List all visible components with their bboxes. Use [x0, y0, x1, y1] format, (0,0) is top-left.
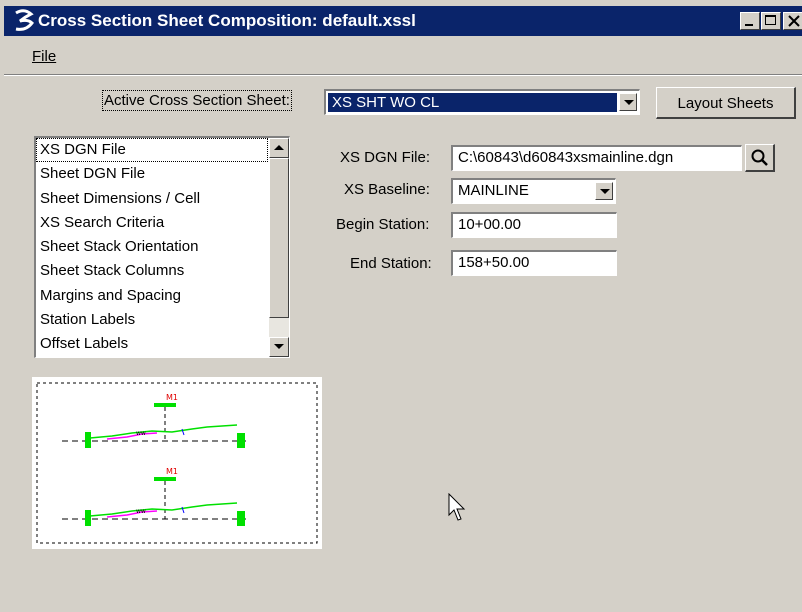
cross-section-1: M1 ww — [62, 393, 246, 448]
svg-text:ww: ww — [136, 430, 146, 437]
list-item[interactable]: Offset Labels — [36, 332, 268, 356]
chevron-down-icon — [624, 100, 634, 105]
active-sheet-label: Active Cross Section Sheet: — [102, 90, 292, 111]
minimize-icon — [745, 24, 753, 26]
menu-bar: File — [4, 36, 802, 75]
section-marker — [154, 403, 176, 407]
mouse-cursor-icon — [448, 493, 466, 521]
section-marker — [154, 477, 176, 481]
list-item[interactable]: Sheet Stack Orientation — [36, 235, 268, 259]
chevron-down-icon — [274, 344, 284, 349]
xs-dgn-file-field[interactable]: C:\60843\d60843xsmainline.dgn — [451, 145, 742, 171]
xs-baseline-label: XS Baseline: — [344, 181, 430, 198]
window-title: Cross Section Sheet Composition: default… — [38, 11, 416, 30]
section-label: M1 — [166, 467, 178, 476]
app-logo-icon — [15, 9, 34, 31]
chevron-up-icon — [274, 145, 284, 150]
browse-button[interactable] — [745, 144, 775, 172]
begin-station-label: Begin Station: — [336, 216, 430, 233]
sheet-preview-graphic: M1 ww M1 ww — [36, 382, 318, 544]
end-station-field[interactable]: 158+50.00 — [451, 250, 617, 276]
xs-baseline-dropdown[interactable]: MAINLINE — [451, 178, 616, 204]
list-item[interactable]: Station Labels — [36, 308, 268, 332]
end-station-label: End Station: — [350, 255, 432, 272]
dropdown-arrow-button[interactable] — [619, 93, 637, 111]
maximize-icon — [765, 15, 776, 25]
layout-sheets-button[interactable]: Layout Sheets — [656, 87, 796, 119]
list-item[interactable]: Sheet DGN File — [36, 162, 268, 186]
list-item[interactable]: XS Search Criteria — [36, 211, 268, 235]
close-button[interactable] — [783, 12, 802, 30]
scroll-up-button[interactable] — [269, 138, 289, 158]
section-label: M1 — [166, 393, 178, 402]
dropdown-arrow-button[interactable] — [595, 182, 613, 200]
list-item[interactable]: Margins and Spacing — [36, 284, 268, 308]
xs-dgn-file-label: XS DGN File: — [340, 149, 431, 166]
settings-list-items: XS DGN File Sheet DGN File Sheet Dimensi… — [36, 138, 268, 357]
settings-list[interactable]: XS DGN File Sheet DGN File Sheet Dimensi… — [34, 136, 290, 358]
scroll-thumb[interactable] — [269, 158, 289, 318]
sheet-preview: M1 ww M1 ww — [32, 377, 322, 549]
scroll-down-button[interactable] — [269, 337, 289, 357]
list-scrollbar[interactable] — [269, 138, 289, 357]
begin-station-field[interactable]: 10+00.00 — [451, 212, 617, 238]
search-icon — [751, 149, 768, 166]
file-menu[interactable]: File — [32, 48, 56, 65]
maximize-button[interactable] — [761, 12, 781, 30]
list-item[interactable]: XS DGN File — [36, 138, 268, 163]
chevron-down-icon — [600, 189, 610, 194]
svg-text:ww: ww — [136, 508, 146, 515]
title-bar[interactable]: Cross Section Sheet Composition: default… — [4, 6, 802, 36]
active-sheet-selected: XS SHT WO CL — [328, 93, 617, 112]
list-item[interactable]: Sheet Dimensions / Cell — [36, 187, 268, 211]
list-item[interactable]: Sheet Stack Columns — [36, 259, 268, 283]
minimize-button[interactable] — [740, 12, 760, 30]
close-icon — [788, 15, 800, 27]
active-sheet-dropdown[interactable]: XS SHT WO CL — [324, 89, 640, 115]
cross-section-2: M1 ww — [62, 467, 246, 526]
